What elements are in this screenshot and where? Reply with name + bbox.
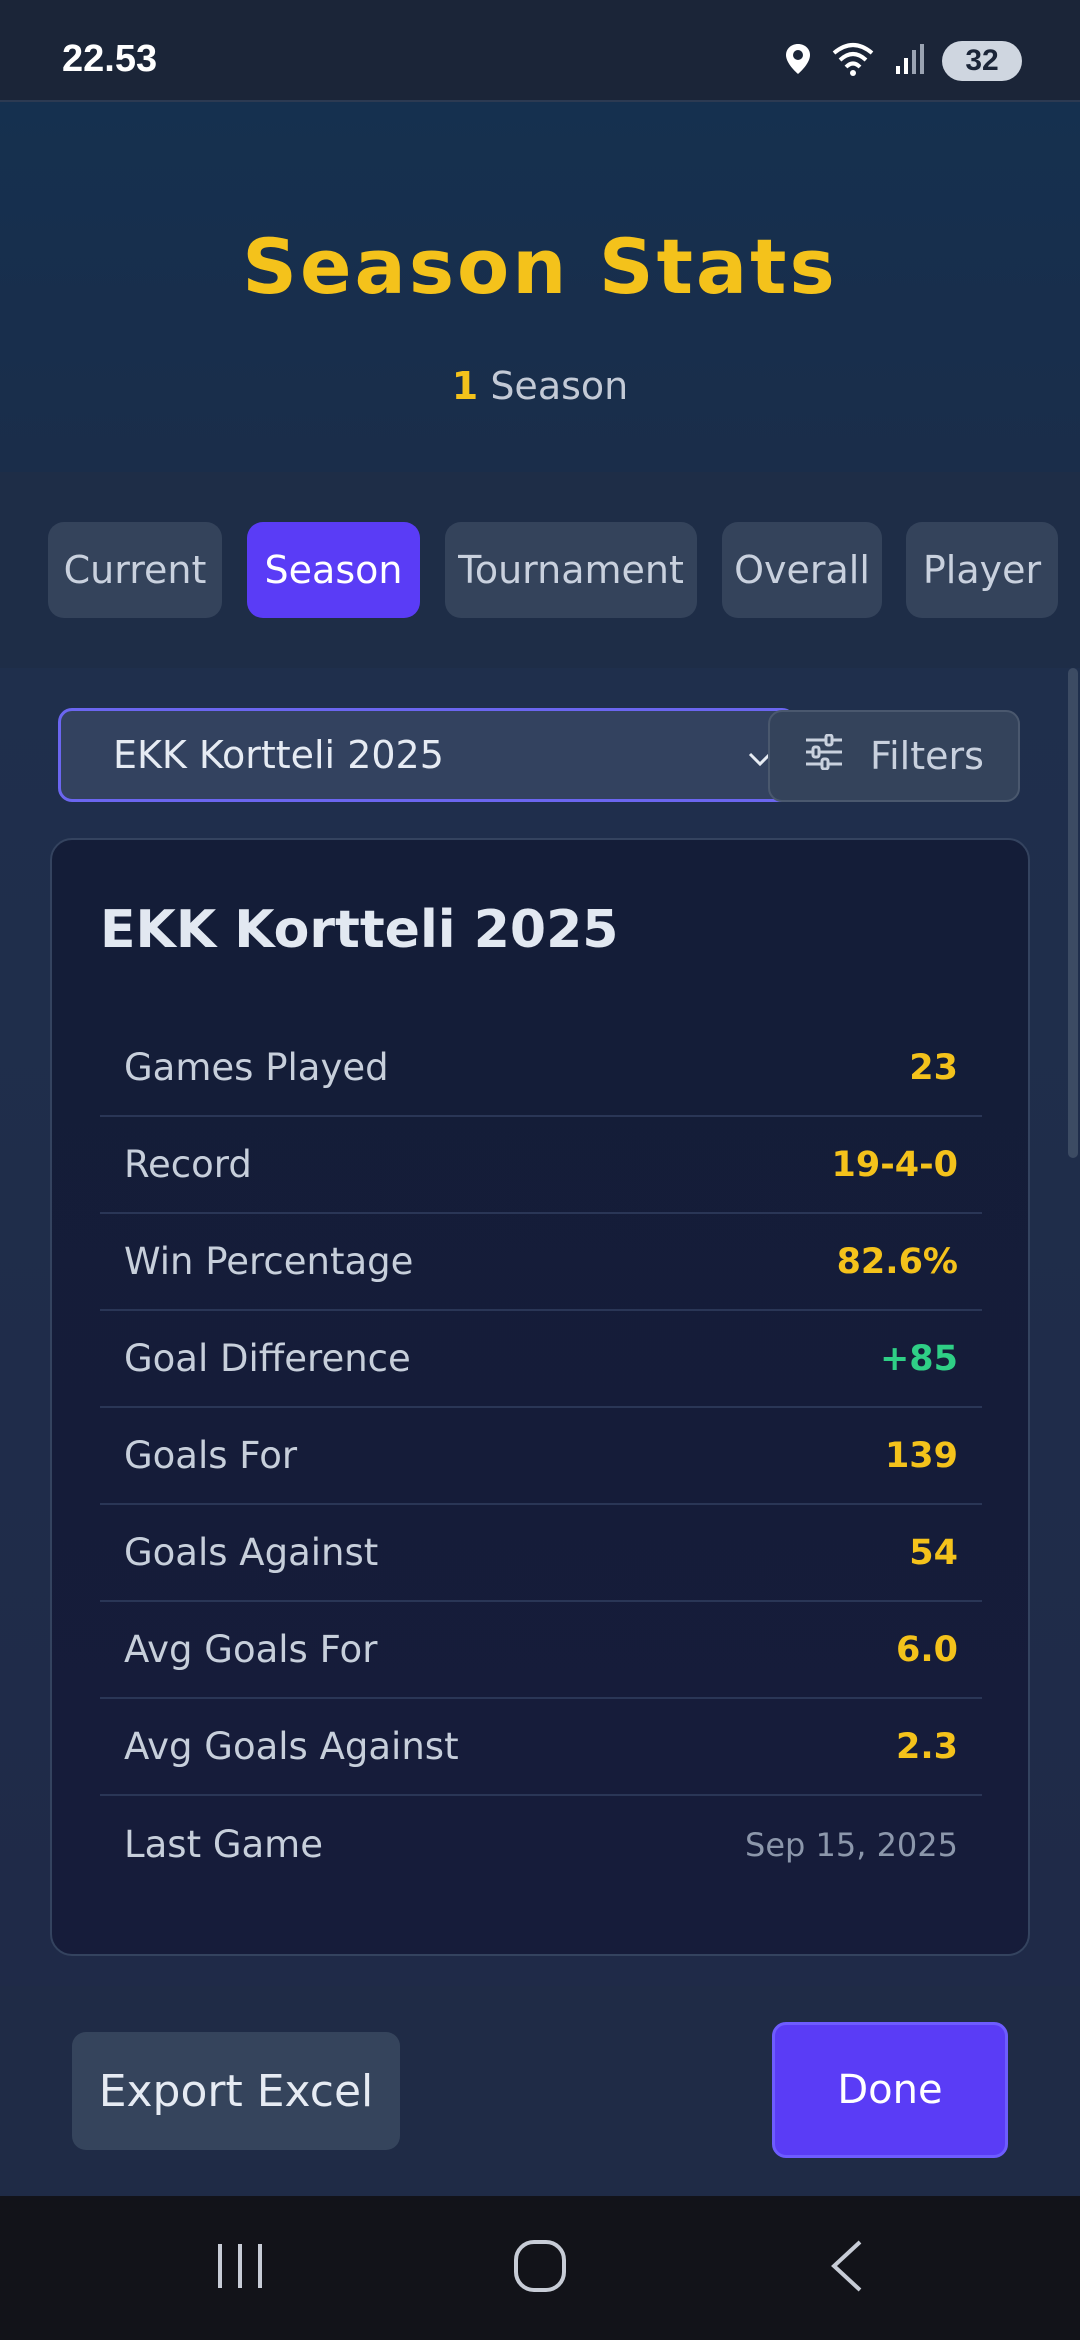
stat-label: Record — [124, 1143, 252, 1186]
export-excel-button[interactable]: Export Excel — [72, 2032, 400, 2150]
stat-label: Goal Difference — [124, 1337, 411, 1380]
stat-row-record: Record 19-4-0 — [100, 1117, 982, 1214]
home-icon[interactable] — [510, 2236, 570, 2300]
battery-level: 32 — [965, 44, 999, 77]
stat-row-goal-difference: Goal Difference +85 — [100, 1311, 982, 1408]
stat-value: 54 — [909, 1532, 958, 1573]
status-icons: 32 — [784, 38, 1022, 84]
stat-value: 19-4-0 — [831, 1144, 958, 1185]
filters-button[interactable]: Filters — [768, 710, 1020, 802]
status-time: 22.53 — [62, 38, 158, 80]
tab-tournament[interactable]: Tournament — [445, 522, 697, 618]
season-count: 1 Season — [0, 364, 1080, 408]
stats-list: Games Played 23 Record 19-4-0 Win Percen… — [100, 1020, 982, 1893]
stat-label: Last Game — [124, 1823, 323, 1866]
wifi-icon — [830, 41, 876, 81]
stat-value: 82.6% — [836, 1241, 958, 1282]
stat-label: Avg Goals For — [124, 1628, 378, 1671]
stat-label: Win Percentage — [124, 1240, 414, 1283]
stat-row-avg-goals-against: Avg Goals Against 2.3 — [100, 1699, 982, 1796]
tab-player[interactable]: Player — [906, 522, 1058, 618]
season-count-number: 1 — [451, 364, 479, 408]
stat-label: Goals For — [124, 1434, 298, 1477]
location-icon — [784, 42, 812, 80]
stat-value: 2.3 — [895, 1726, 958, 1767]
stat-row-last-game: Last Game Sep 15, 2025 — [100, 1796, 982, 1893]
back-icon[interactable] — [820, 2236, 876, 2300]
tab-current[interactable]: Current — [48, 522, 222, 618]
stat-label: Games Played — [124, 1046, 389, 1089]
page-title: Season Stats — [242, 222, 838, 311]
recent-apps-icon[interactable] — [212, 2236, 268, 2300]
battery-icon: 32 — [942, 41, 1022, 81]
stat-row-avg-goals-for: Avg Goals For 6.0 — [100, 1602, 982, 1699]
stat-row-games-played: Games Played 23 — [100, 1020, 982, 1117]
card-title: EKK Kortteli 2025 — [100, 900, 619, 960]
tab-overall[interactable]: Overall — [722, 522, 882, 618]
stat-value: Sep 15, 2025 — [745, 1825, 958, 1864]
done-button[interactable]: Done — [772, 2022, 1008, 2158]
header: Season Stats 1 Season — [0, 102, 1080, 472]
tab-season[interactable]: Season — [247, 522, 420, 618]
stat-label: Goals Against — [124, 1531, 379, 1574]
filters-label: Filters — [870, 734, 984, 778]
stat-label: Avg Goals Against — [124, 1725, 459, 1768]
season-select[interactable]: EKK Kortteli 2025 — [58, 708, 796, 802]
stat-row-win-percentage: Win Percentage 82.6% — [100, 1214, 982, 1311]
season-select-value: EKK Kortteli 2025 — [113, 733, 444, 777]
signal-icon — [894, 42, 924, 80]
stat-value: +85 — [879, 1338, 958, 1379]
season-count-label: Season — [490, 364, 629, 408]
status-bar: 22.53 32 — [0, 0, 1080, 102]
sliders-icon — [804, 733, 844, 779]
stat-value: 23 — [909, 1047, 958, 1088]
stat-value: 6.0 — [895, 1629, 958, 1670]
stat-row-goals-against: Goals Against 54 — [100, 1505, 982, 1602]
stat-row-goals-for: Goals For 139 — [100, 1408, 982, 1505]
scrollbar[interactable] — [1068, 668, 1078, 1158]
stat-value: 139 — [884, 1435, 958, 1476]
stats-card: EKK Kortteli 2025 Games Played 23 Record… — [50, 838, 1030, 1956]
